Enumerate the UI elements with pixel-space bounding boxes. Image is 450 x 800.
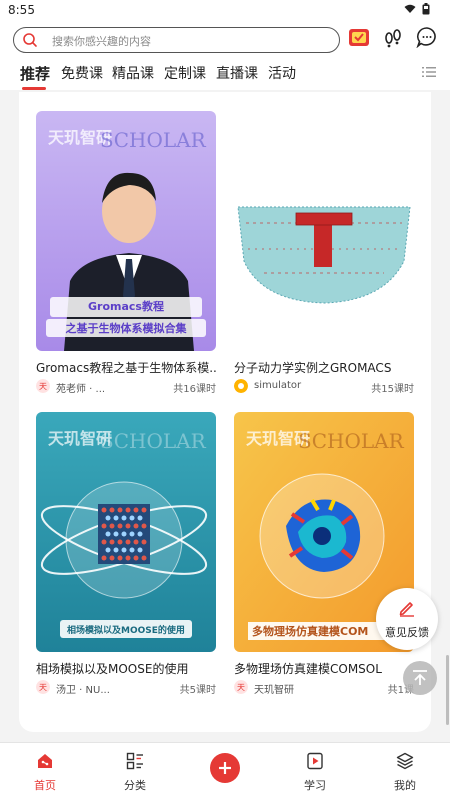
svg-text:天: 天 (39, 382, 47, 391)
arrow-up-icon (413, 670, 427, 685)
thumb-caption-1: 相场模拟以及MOOSE的使用 (67, 624, 185, 636)
course-meta: simulator 共15课时 (234, 379, 414, 395)
course-author: 汤卫 · NU... (56, 685, 110, 696)
thumb-brand-en: SCHOLAR (100, 128, 207, 152)
category-icon (126, 752, 143, 770)
tab-live[interactable]: 直播课 (216, 63, 258, 83)
course-meta: 天 苑老师 · ... 共16课时 (36, 379, 216, 395)
thumb-caption-2: 之基于生物体系模拟合集 (66, 321, 188, 335)
active-tab-indicator (22, 87, 46, 90)
nav-home[interactable]: 首页 (20, 752, 70, 793)
nav-label: 首页 (34, 779, 56, 792)
signin-gift-icon[interactable] (348, 26, 370, 48)
feedback-button[interactable]: 意见反馈 (376, 588, 438, 650)
nav-profile[interactable]: 我的 (380, 752, 430, 793)
course-meta: 天 汤卫 · NU... 共5课时 (36, 680, 216, 696)
wifi-icon (404, 4, 416, 13)
course-lessons: 共5课时 (179, 685, 216, 696)
footprint-icon[interactable] (382, 26, 404, 48)
course-title[interactable]: 相场模拟以及MOOSE的使用 (36, 660, 216, 677)
course-list-panel: 天玑智研 SCHOLAR Gromacs教程 之基于生物体系模拟合集 Groma… (19, 92, 431, 732)
course-meta: 天 天玑智研 共1课 (234, 680, 414, 696)
course-title[interactable]: 多物理场仿真建模COMSOL (234, 660, 414, 677)
thumb-brand-en: SCHOLAR (100, 429, 207, 453)
plus-icon (219, 762, 231, 774)
search-bar-row: 搜索你感兴趣的内容 (0, 22, 450, 58)
add-button[interactable] (210, 753, 240, 783)
back-to-top-button[interactable] (403, 661, 437, 695)
search-icon (23, 33, 37, 47)
app-screen: 8:55 搜索你感兴趣的内容 推荐 免费课 精品课 定制课 直播课 活动 天玑智… (0, 0, 450, 800)
nav-label: 学习 (304, 779, 326, 792)
course-thumbnail[interactable]: 天玑智研 SCHOLAR 相场模拟以及MOOSE的使用 (36, 412, 216, 652)
bottom-navigation: 首页 分类 学习 我的 (0, 742, 450, 800)
status-time: 8:55 (8, 3, 35, 17)
scrollbar[interactable] (446, 655, 449, 725)
course-author: simulator (254, 380, 302, 391)
author-avatar (234, 379, 248, 393)
pencil-icon (399, 602, 414, 617)
tab-activity[interactable]: 活动 (268, 63, 296, 83)
tab-free[interactable]: 免费课 (61, 63, 103, 83)
thumb-brand-en: SCHOLAR (298, 429, 405, 453)
status-bar: 8:55 (0, 0, 450, 22)
tab-custom[interactable]: 定制课 (164, 63, 206, 83)
author-avatar: 天 (36, 379, 50, 393)
study-icon (307, 752, 323, 770)
nav-label: 分类 (124, 779, 146, 792)
tab-premium[interactable]: 精品课 (112, 63, 154, 83)
course-lessons: 共16课时 (173, 384, 216, 395)
tab-menu-icon[interactable] (422, 66, 436, 78)
course-lessons: 共15课时 (371, 384, 414, 395)
thumb-caption-1: Gromacs教程 (88, 299, 164, 313)
svg-text:天: 天 (39, 683, 47, 692)
nav-study[interactable]: 学习 (290, 752, 340, 793)
feedback-label: 意见反馈 (385, 626, 429, 639)
message-icon[interactable] (416, 26, 438, 48)
course-title[interactable]: 分子动力学实例之GROMACS (234, 359, 414, 376)
thumb-caption-1: 多物理场仿真建模COM (252, 624, 368, 638)
search-input[interactable]: 搜索你感兴趣的内容 (13, 27, 340, 53)
profile-icon (396, 752, 414, 770)
nav-label: 我的 (394, 779, 416, 792)
course-thumbnail[interactable]: 天玑智研 SCHOLAR Gromacs教程 之基于生物体系模拟合集 (36, 111, 216, 351)
tab-recommend[interactable]: 推荐 (20, 63, 50, 84)
course-thumbnail[interactable] (234, 111, 414, 351)
status-icons (404, 3, 430, 15)
nav-category[interactable]: 分类 (110, 752, 160, 793)
category-tabs: 推荐 免费课 精品课 定制课 直播课 活动 (0, 58, 450, 90)
author-avatar: 天 (234, 680, 248, 694)
svg-text:天: 天 (237, 683, 245, 692)
course-author: 苑老师 · ... (56, 384, 106, 395)
author-avatar: 天 (36, 680, 50, 694)
search-placeholder: 搜索你感兴趣的内容 (52, 35, 151, 48)
course-title[interactable]: Gromacs教程之基于生物体系模... (36, 359, 216, 376)
battery-icon (422, 3, 430, 15)
header-actions (348, 26, 438, 48)
course-author: 天玑智研 (254, 685, 294, 696)
home-icon (38, 754, 52, 768)
